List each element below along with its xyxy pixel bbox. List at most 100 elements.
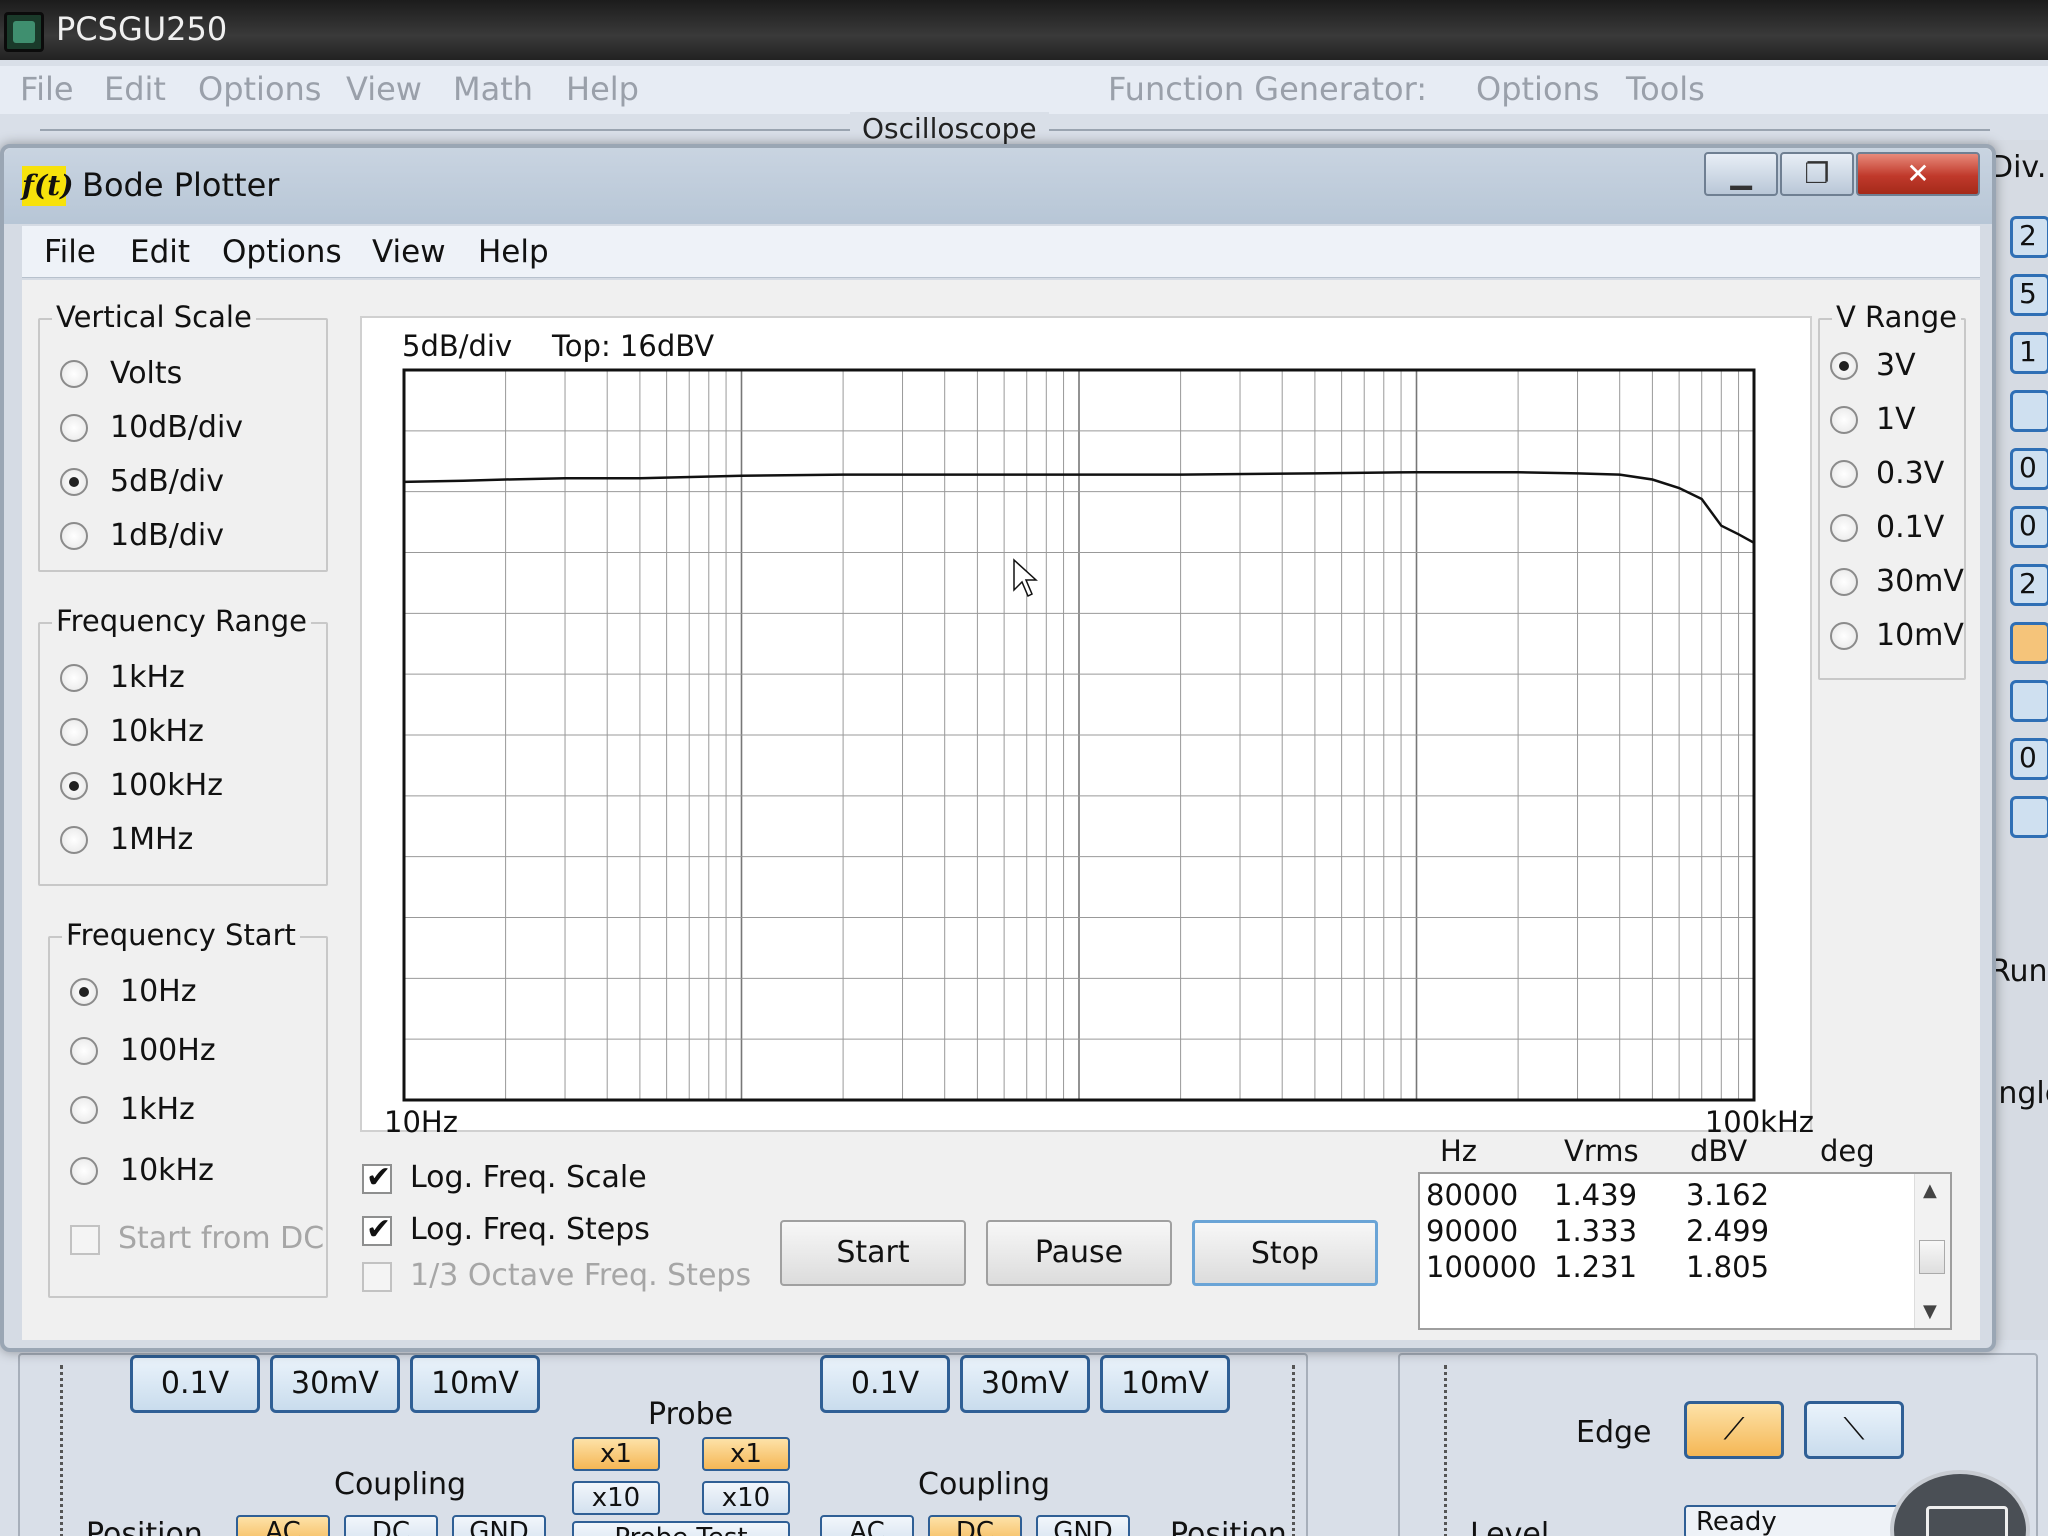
radio-label: 3V: [1876, 348, 1916, 383]
bode-menu-view[interactable]: View: [372, 234, 446, 270]
falling-edge-button[interactable]: ⟍: [1804, 1401, 1904, 1459]
readout-header-deg: deg: [1820, 1134, 1875, 1168]
ch1-coupling-ac[interactable]: AC: [236, 1515, 330, 1536]
ch2-probe-x10[interactable]: x10: [702, 1481, 790, 1515]
div-button-6[interactable]: 0: [2010, 506, 2048, 548]
bode-menubar: File Edit Options View Help: [22, 226, 1980, 278]
app-menu-math[interactable]: Math: [453, 70, 533, 108]
radio-button[interactable]: [60, 826, 88, 854]
div-button-3[interactable]: 1: [2010, 332, 2048, 374]
plot-top-label: Top: 16dBV: [551, 329, 714, 363]
radio-button[interactable]: [60, 468, 88, 496]
ch1-volt-0-1v[interactable]: 0.1V: [130, 1355, 260, 1413]
scroll-up-icon[interactable]: ▲: [1923, 1180, 1937, 1201]
div-button-10[interactable]: 0: [2010, 738, 2048, 780]
radio-button[interactable]: [60, 772, 88, 800]
ch1-volt-30mv[interactable]: 30mV: [270, 1355, 400, 1413]
start-button[interactable]: Start: [780, 1220, 966, 1286]
app-menu-tools[interactable]: Tools: [1626, 70, 1705, 108]
radio-button[interactable]: [60, 360, 88, 388]
ch1-volt-10mv[interactable]: 10mV: [410, 1355, 540, 1413]
ch2-probe-x1[interactable]: x1: [702, 1437, 790, 1471]
readout-list[interactable]: 80000 1.439 3.162 90000 1.333 2.499 1000…: [1418, 1172, 1952, 1330]
bode-titlebar[interactable]: f(t) Bode Plotter ▁ ❐ ✕: [4, 148, 1992, 224]
app-menu-file[interactable]: File: [20, 70, 74, 108]
app-menu-fg-options[interactable]: Options: [1476, 70, 1599, 108]
probe-test-button[interactable]: Probe Test: [572, 1521, 790, 1536]
ch1-coupling-gnd[interactable]: GND: [452, 1515, 546, 1536]
stop-button[interactable]: Stop: [1192, 1220, 1378, 1286]
div-button-4[interactable]: [2010, 390, 2048, 432]
app-menu-function-generator[interactable]: Function Generator:: [1108, 70, 1427, 108]
app-menu-options[interactable]: Options: [198, 70, 321, 108]
radio-label: 1kHz: [110, 660, 185, 695]
radio-button[interactable]: [60, 718, 88, 746]
checkbox-box[interactable]: [362, 1262, 392, 1292]
ch1-position-slider[interactable]: [60, 1365, 72, 1536]
div-button-2[interactable]: 5: [2010, 274, 2048, 316]
close-button[interactable]: ✕: [1856, 152, 1980, 196]
radio-button[interactable]: [1830, 622, 1858, 650]
ch2-volt-10mv[interactable]: 10mV: [1100, 1355, 1230, 1413]
scroll-thumb[interactable]: [1919, 1240, 1945, 1274]
scroll-down-icon[interactable]: ▼: [1923, 1301, 1937, 1322]
ch1-probe-x10[interactable]: x10: [572, 1481, 660, 1515]
pause-button[interactable]: Pause: [986, 1220, 1172, 1286]
bode-plot-area[interactable]: 5dB/div Top: 16dBV 10Hz 100kHz: [360, 316, 1814, 1134]
frequency-range-legend: Frequency Range: [52, 604, 311, 638]
maximize-button[interactable]: ❐: [1780, 152, 1854, 196]
div-button-5[interactable]: 0: [2010, 448, 2048, 490]
radio-button[interactable]: [1830, 514, 1858, 542]
checkbox-box[interactable]: [362, 1212, 392, 1247]
app-menu-edit[interactable]: Edit: [104, 70, 166, 108]
radio-button[interactable]: [1830, 406, 1858, 434]
trigger-level-slider[interactable]: [1444, 1365, 1456, 1536]
ch2-volt-0-1v[interactable]: 0.1V: [820, 1355, 950, 1413]
ch2-coupling-dc[interactable]: DC: [928, 1515, 1022, 1536]
radio-label: 10dB/div: [110, 410, 244, 445]
div-button-11[interactable]: [2010, 796, 2048, 838]
readout-hz: 100000: [1426, 1250, 1537, 1284]
radio-label: 100Hz: [120, 1033, 216, 1068]
single-button[interactable]: ingle: [1990, 1076, 2048, 1111]
ch1-position-label: Position: [86, 1517, 203, 1536]
bode-menu-file[interactable]: File: [44, 234, 96, 270]
checkbox-box[interactable]: [362, 1160, 392, 1195]
ch1-coupling-label: Coupling: [334, 1467, 467, 1502]
radio-button[interactable]: [60, 664, 88, 692]
run-button[interactable]: Run: [1990, 954, 2048, 989]
readout-scrollbar[interactable]: ▲ ▼: [1914, 1174, 1950, 1328]
checkbox-box[interactable]: [70, 1225, 100, 1255]
div-button-1[interactable]: 2: [2010, 216, 2048, 258]
radio-button[interactable]: [70, 1157, 98, 1185]
div-button-8[interactable]: [2010, 622, 2048, 664]
div-button-9[interactable]: [2010, 680, 2048, 722]
minimize-button[interactable]: ▁: [1704, 152, 1778, 196]
ch1-probe-x1[interactable]: x1: [572, 1437, 660, 1471]
radio-button[interactable]: [60, 414, 88, 442]
radio-label: 5dB/div: [110, 464, 224, 499]
bode-menu-edit[interactable]: Edit: [130, 234, 190, 270]
ch2-position-slider[interactable]: [1292, 1365, 1304, 1536]
ch2-coupling-gnd[interactable]: GND: [1036, 1515, 1130, 1536]
div-button-7[interactable]: 2: [2010, 564, 2048, 606]
radio-button[interactable]: [1830, 352, 1858, 380]
app-menubar: File Edit Options View Math Help Functio…: [0, 66, 2048, 114]
ch2-volt-30mv[interactable]: 30mV: [960, 1355, 1090, 1413]
oscilloscope-section-label: Oscilloscope: [850, 112, 1049, 145]
radio-button[interactable]: [70, 978, 98, 1006]
ch1-coupling-dc[interactable]: DC: [344, 1515, 438, 1536]
rising-edge-button[interactable]: ⟋: [1684, 1401, 1784, 1459]
app-menu-help[interactable]: Help: [566, 70, 639, 108]
bode-menu-options[interactable]: Options: [222, 234, 342, 270]
radio-button[interactable]: [1830, 460, 1858, 488]
radio-button[interactable]: [70, 1037, 98, 1065]
radio-button[interactable]: [1830, 568, 1858, 596]
bode-menu-help[interactable]: Help: [478, 234, 549, 270]
readout-header-hz: Hz: [1440, 1134, 1478, 1168]
radio-button[interactable]: [70, 1096, 98, 1124]
edge-label: Edge: [1576, 1415, 1652, 1450]
app-menu-view[interactable]: View: [346, 70, 422, 108]
ch2-coupling-ac[interactable]: AC: [820, 1515, 914, 1536]
radio-button[interactable]: [60, 522, 88, 550]
